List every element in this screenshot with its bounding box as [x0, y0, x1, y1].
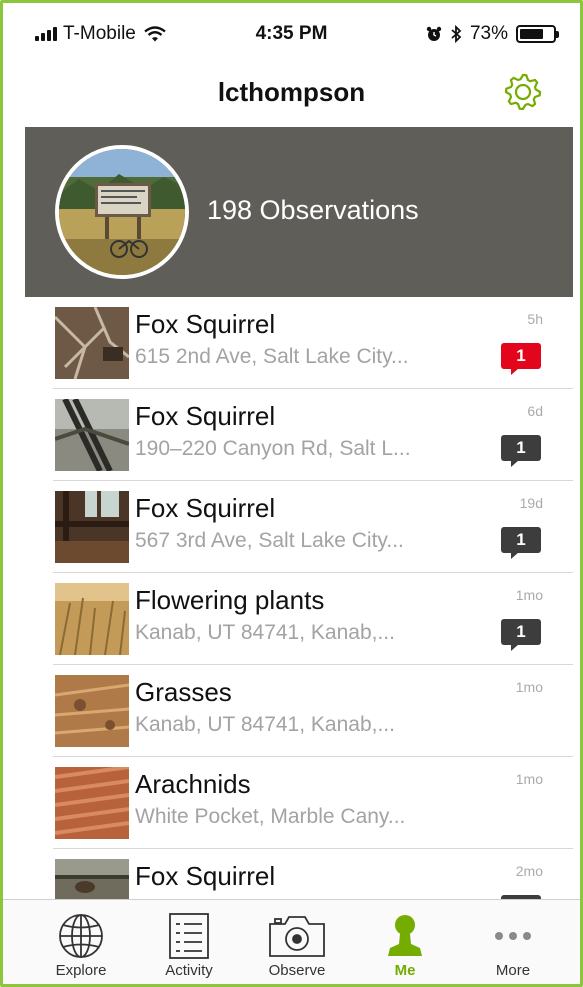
place-name: 190–220 Canyon Rd, Salt L...: [135, 437, 411, 460]
profile-header: 198 Observations: [25, 127, 573, 297]
gear-icon[interactable]: [502, 71, 544, 113]
observation-thumbnail: [55, 399, 129, 471]
taxon-name: Fox Squirrel: [135, 401, 276, 431]
observation-thumbnail: [55, 859, 129, 901]
observation-thumbnail: [55, 491, 129, 563]
observation-age: 1mo: [515, 587, 543, 603]
tab-label: Activity: [165, 962, 213, 979]
list-item[interactable]: Arachnids White Pocket, Marble Cany... 1…: [53, 757, 573, 849]
globe-icon: [59, 914, 103, 958]
battery-percent: 73%: [469, 23, 508, 44]
taxon-name: Grasses: [135, 677, 232, 707]
comment-badge: 1: [501, 343, 541, 375]
tab-bar: Explore Activity Observe Me More: [3, 899, 580, 984]
person-icon: [388, 915, 422, 956]
comment-count: 1: [516, 622, 526, 641]
observation-age: 2mo: [515, 863, 543, 879]
alarm-icon: [426, 26, 442, 41]
observation-thumbnail: [55, 307, 129, 379]
observation-age: 5h: [527, 311, 543, 327]
list-item[interactable]: Grasses Kanab, UT 84741, Kanab,... 1mo: [53, 665, 573, 757]
list-item[interactable]: Flowering plants Kanab, UT 84741, Kanab,…: [53, 573, 573, 665]
list-item[interactable]: Fox Squirrel 190–220 Canyon Rd, Salt L..…: [53, 389, 573, 481]
camera-icon: [269, 916, 325, 957]
taxon-name: Arachnids: [135, 769, 251, 799]
comment-count: 1: [516, 438, 526, 457]
place-name: White Pocket, Marble Cany...: [135, 805, 406, 828]
comment-count: 1: [516, 530, 526, 549]
tab-me[interactable]: Me: [355, 900, 455, 984]
tab-activity[interactable]: Activity: [139, 900, 239, 984]
observation-list: Fox Squirrel 615 2nd Ave, Salt Lake City…: [53, 297, 573, 901]
tab-more[interactable]: More: [463, 900, 563, 984]
place-name: Kanab, UT 84741, Kanab,...: [135, 713, 395, 736]
place-name: Kanab, UT 84741, Kanab,...: [135, 621, 395, 644]
list-icon: [169, 913, 209, 959]
status-right: 73%: [426, 23, 559, 45]
tab-explore[interactable]: Explore: [31, 900, 131, 984]
comment-badge: 1: [501, 527, 541, 559]
place-name: 615 2nd Ave, Salt Lake City...: [135, 345, 409, 368]
app-frame: T-Mobile 4:35 PM 73% lcthompson 198 Obse…: [0, 0, 583, 987]
observation-count[interactable]: 198 Observations: [207, 195, 419, 226]
observation-age: 1mo: [515, 679, 543, 695]
tab-label: Explore: [55, 962, 107, 979]
observation-age: 19d: [519, 495, 543, 511]
avatar[interactable]: [55, 145, 189, 279]
taxon-name: Fox Squirrel: [135, 861, 276, 891]
taxon-name: Flowering plants: [135, 585, 325, 615]
comment-badge: 1: [501, 435, 541, 467]
place-name: 567 3rd Ave, Salt Lake City...: [135, 529, 404, 552]
comment-badge: 1: [501, 619, 541, 651]
more-icon: [495, 932, 531, 940]
status-bar: T-Mobile 4:35 PM 73%: [3, 3, 580, 65]
nav-bar: lcthompson: [3, 65, 580, 125]
observation-thumbnail: [55, 675, 129, 747]
observation-thumbnail: [55, 767, 129, 839]
observation-age: 1mo: [515, 771, 543, 787]
comment-count: 1: [516, 346, 526, 365]
list-item[interactable]: Fox Squirrel 2mo 1: [53, 849, 573, 901]
bluetooth-icon: [451, 25, 462, 43]
battery-icon: [516, 25, 559, 43]
list-item[interactable]: Fox Squirrel 567 3rd Ave, Salt Lake City…: [53, 481, 573, 573]
taxon-name: Fox Squirrel: [135, 493, 276, 523]
page-title: lcthompson: [217, 77, 366, 107]
tab-label: More: [495, 962, 531, 979]
tab-observe[interactable]: Observe: [247, 900, 347, 984]
tab-label: Me: [394, 962, 416, 979]
list-item[interactable]: Fox Squirrel 615 2nd Ave, Salt Lake City…: [53, 297, 573, 389]
observation-age: 6d: [527, 403, 543, 419]
observation-thumbnail: [55, 583, 129, 655]
taxon-name: Fox Squirrel: [135, 309, 276, 339]
tab-label: Observe: [268, 962, 326, 979]
avatar-photo: [59, 149, 185, 275]
